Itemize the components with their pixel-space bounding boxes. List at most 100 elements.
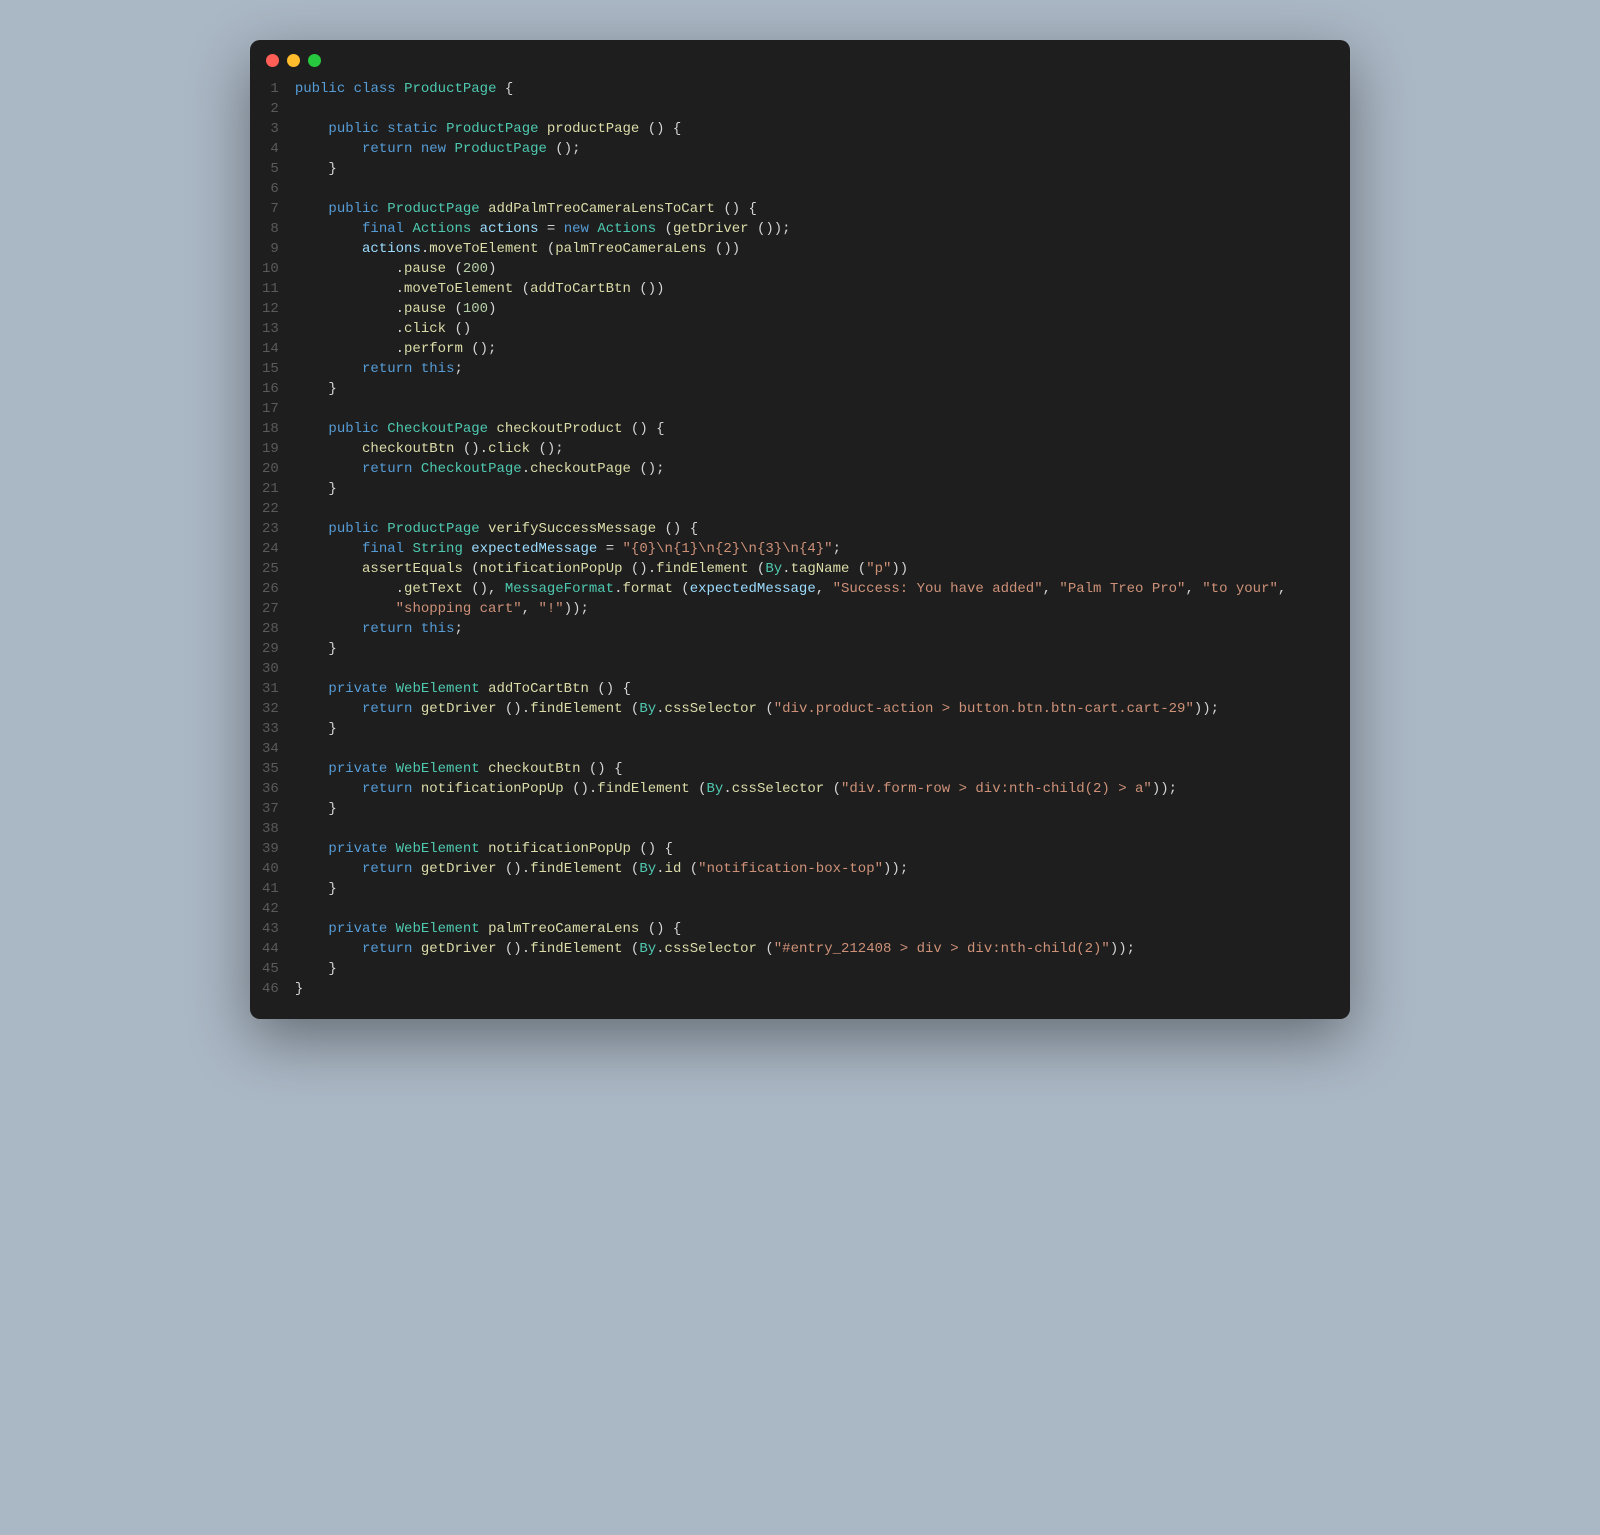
code-line: "shopping cart", "!"));	[295, 599, 1330, 619]
line-number: 21	[262, 479, 279, 499]
code-line: }	[295, 799, 1330, 819]
line-number: 33	[262, 719, 279, 739]
code-line: public ProductPage addPalmTreoCameraLens…	[295, 199, 1330, 219]
code-line	[295, 659, 1330, 679]
code-line: }	[295, 979, 1330, 999]
line-number: 31	[262, 679, 279, 699]
code-line: return CheckoutPage.checkoutPage ();	[295, 459, 1330, 479]
line-number: 28	[262, 619, 279, 639]
code-line: private WebElement checkoutBtn () {	[295, 759, 1330, 779]
line-number: 24	[262, 539, 279, 559]
line-number: 5	[262, 159, 279, 179]
code-line: .perform ();	[295, 339, 1330, 359]
line-number: 32	[262, 699, 279, 719]
line-number: 35	[262, 759, 279, 779]
code-area: 1234567891011121314151617181920212223242…	[250, 75, 1350, 1019]
code-line	[295, 99, 1330, 119]
line-number: 44	[262, 939, 279, 959]
code-line: assertEquals (notificationPopUp ().findE…	[295, 559, 1330, 579]
code-line: public class ProductPage {	[295, 79, 1330, 99]
code-line: private WebElement notificationPopUp () …	[295, 839, 1330, 859]
line-number: 13	[262, 319, 279, 339]
line-number: 3	[262, 119, 279, 139]
line-number: 9	[262, 239, 279, 259]
line-number: 45	[262, 959, 279, 979]
code-line	[295, 399, 1330, 419]
code-line: return notificationPopUp ().findElement …	[295, 779, 1330, 799]
line-number: 16	[262, 379, 279, 399]
code-line	[295, 739, 1330, 759]
line-number: 18	[262, 419, 279, 439]
code-line: .pause (200)	[295, 259, 1330, 279]
line-number: 14	[262, 339, 279, 359]
line-number: 1	[262, 79, 279, 99]
code-line: }	[295, 479, 1330, 499]
code-line: return getDriver ().findElement (By.id (…	[295, 859, 1330, 879]
code-content[interactable]: public class ProductPage { public static…	[295, 79, 1350, 999]
line-number: 2	[262, 99, 279, 119]
code-line: .getText (), MessageFormat.format (expec…	[295, 579, 1330, 599]
code-line	[295, 819, 1330, 839]
code-line: private WebElement palmTreoCameraLens ()…	[295, 919, 1330, 939]
code-line: .click ()	[295, 319, 1330, 339]
code-line: .moveToElement (addToCartBtn ())	[295, 279, 1330, 299]
zoom-icon[interactable]	[308, 54, 321, 67]
line-number: 27	[262, 599, 279, 619]
line-number: 22	[262, 499, 279, 519]
line-number: 41	[262, 879, 279, 899]
code-line: return this;	[295, 619, 1330, 639]
line-number: 15	[262, 359, 279, 379]
line-number: 10	[262, 259, 279, 279]
line-number: 25	[262, 559, 279, 579]
line-number: 34	[262, 739, 279, 759]
line-number: 29	[262, 639, 279, 659]
line-number: 12	[262, 299, 279, 319]
minimize-icon[interactable]	[287, 54, 300, 67]
code-line: final String expectedMessage = "{0}\n{1}…	[295, 539, 1330, 559]
window-titlebar	[250, 40, 1350, 75]
line-number-gutter: 1234567891011121314151617181920212223242…	[250, 79, 295, 999]
code-line: return new ProductPage ();	[295, 139, 1330, 159]
line-number: 17	[262, 399, 279, 419]
code-line: final Actions actions = new Actions (get…	[295, 219, 1330, 239]
code-line: }	[295, 959, 1330, 979]
code-line: public static ProductPage productPage ()…	[295, 119, 1330, 139]
code-line: .pause (100)	[295, 299, 1330, 319]
line-number: 37	[262, 799, 279, 819]
code-line	[295, 179, 1330, 199]
line-number: 20	[262, 459, 279, 479]
line-number: 11	[262, 279, 279, 299]
code-line: return getDriver ().findElement (By.cssS…	[295, 939, 1330, 959]
code-line	[295, 899, 1330, 919]
code-line: public CheckoutPage checkoutProduct () {	[295, 419, 1330, 439]
close-icon[interactable]	[266, 54, 279, 67]
line-number: 23	[262, 519, 279, 539]
code-window: 1234567891011121314151617181920212223242…	[250, 40, 1350, 1019]
code-line: return this;	[295, 359, 1330, 379]
code-line: checkoutBtn ().click ();	[295, 439, 1330, 459]
code-line: return getDriver ().findElement (By.cssS…	[295, 699, 1330, 719]
line-number: 39	[262, 839, 279, 859]
line-number: 19	[262, 439, 279, 459]
line-number: 6	[262, 179, 279, 199]
line-number: 43	[262, 919, 279, 939]
code-line: private WebElement addToCartBtn () {	[295, 679, 1330, 699]
code-line: }	[295, 719, 1330, 739]
code-line	[295, 499, 1330, 519]
code-line: public ProductPage verifySuccessMessage …	[295, 519, 1330, 539]
code-line: }	[295, 879, 1330, 899]
line-number: 26	[262, 579, 279, 599]
line-number: 36	[262, 779, 279, 799]
line-number: 8	[262, 219, 279, 239]
line-number: 4	[262, 139, 279, 159]
line-number: 30	[262, 659, 279, 679]
line-number: 42	[262, 899, 279, 919]
line-number: 38	[262, 819, 279, 839]
code-line: }	[295, 639, 1330, 659]
line-number: 7	[262, 199, 279, 219]
code-line: }	[295, 159, 1330, 179]
code-line: }	[295, 379, 1330, 399]
line-number: 40	[262, 859, 279, 879]
line-number: 46	[262, 979, 279, 999]
code-line: actions.moveToElement (palmTreoCameraLen…	[295, 239, 1330, 259]
